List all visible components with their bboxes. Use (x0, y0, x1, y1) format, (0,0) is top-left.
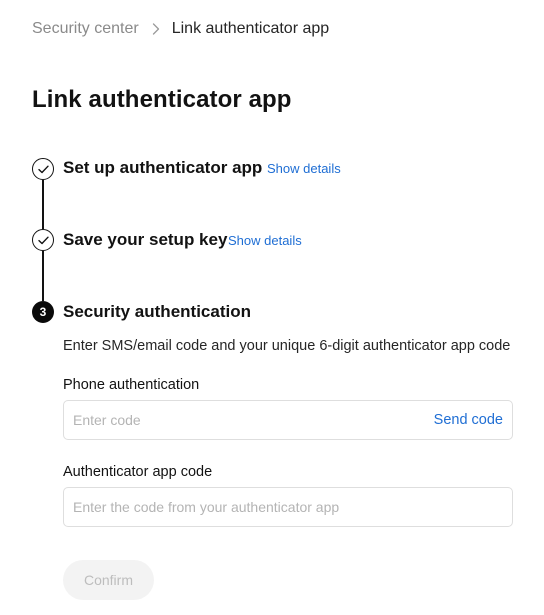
phone-code-field: Send code (63, 400, 513, 440)
page-title: Link authenticator app (32, 86, 292, 113)
breadcrumb-security-center-link[interactable]: Security center (32, 20, 139, 38)
step-3-description: Enter SMS/email code and your unique 6-d… (63, 338, 511, 354)
chevron-right-icon (152, 23, 160, 35)
step-connector-line (42, 251, 44, 301)
check-icon (32, 158, 54, 180)
step-3-title: Security authentication (63, 302, 251, 321)
step-connector-line (42, 180, 44, 229)
phone-authentication-label: Phone authentication (63, 377, 200, 393)
send-code-button[interactable]: Send code (434, 412, 512, 428)
step-2-show-details-link[interactable]: Show details (228, 233, 302, 248)
step-3-number-badge: 3 (32, 301, 54, 323)
step-2-title: Save your setup key (63, 230, 228, 249)
confirm-button[interactable]: Confirm (63, 560, 154, 600)
step-1-title: Set up authenticator app (63, 158, 263, 177)
breadcrumb: Security center Link authenticator app (32, 18, 329, 40)
phone-code-input[interactable] (64, 401, 434, 439)
authenticator-code-input[interactable] (64, 488, 512, 526)
breadcrumb-current: Link authenticator app (171, 20, 330, 37)
authenticator-code-field (63, 487, 513, 527)
step-1-show-details-link[interactable]: Show details (267, 161, 341, 176)
authenticator-code-label: Authenticator app code (63, 464, 213, 480)
check-icon (32, 229, 54, 251)
